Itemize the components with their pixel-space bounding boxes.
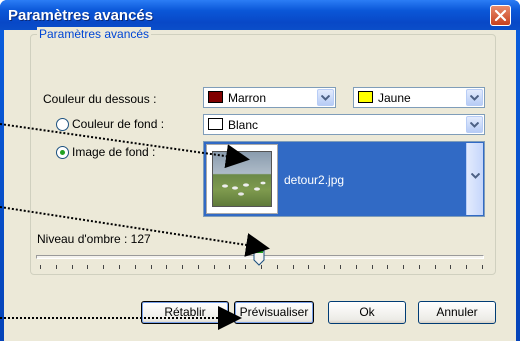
annotation-arrow-icon xyxy=(0,206,270,257)
annotation-arrows xyxy=(0,123,270,330)
annotation-arrow-icon xyxy=(0,123,250,169)
